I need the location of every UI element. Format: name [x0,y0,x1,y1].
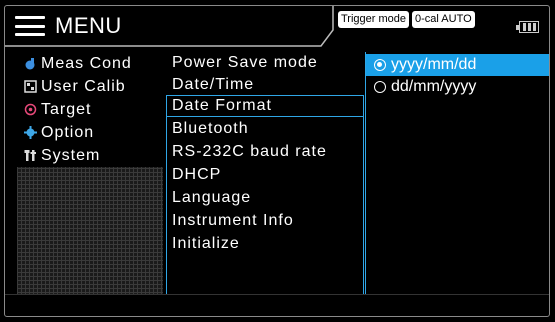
system-menu-column: Power Save mode Date/Time Date Format Bl… [166,52,365,294]
category-user-calib[interactable]: User Calib [17,75,163,98]
target-icon [23,103,37,117]
user-calib-icon [23,80,37,94]
battery-icon [516,21,539,33]
trigger-mode-badge: Trigger mode [338,11,410,28]
category-column: Meas Cond User Calib Target Option Syste… [17,52,163,294]
category-label: Option [41,123,95,141]
category-meas-cond[interactable]: Meas Cond [17,52,163,75]
category-label: User Calib [41,77,126,95]
option-yyyy-mm-dd[interactable]: yyyy/mm/dd [366,54,549,76]
menu-item-instrument-info[interactable]: Instrument Info [172,210,294,232]
category-label: Target [41,100,92,118]
menu-item-dhcp[interactable]: DHCP [172,164,221,186]
zero-cal-badge: 0-cal AUTO [412,11,475,28]
menu-item-date-time[interactable]: Date/Time [172,74,254,96]
menu-item-power-save[interactable]: Power Save mode [172,52,318,74]
device-screen: MENU Trigger mode 0-cal AUTO Meas Cond U… [4,5,550,317]
menu-item-initialize[interactable]: Initialize [172,233,240,255]
category-label: Meas Cond [41,54,132,72]
status-indicators: Trigger mode 0-cal AUTO [338,11,475,28]
option-gear-icon [23,126,37,140]
menu-label: MENU [55,13,122,38]
category-label: System [41,146,101,164]
category-option[interactable]: Option [17,121,163,144]
category-system[interactable]: System [17,144,163,167]
radio-selected-icon [374,59,386,71]
menu-item-bluetooth[interactable]: Bluetooth [172,118,249,140]
footer-divider [5,294,549,295]
menu-button[interactable]: MENU [15,14,122,38]
hamburger-icon [15,16,45,36]
radio-unselected-icon [374,81,386,93]
system-tools-icon [23,149,37,163]
menu-item-language[interactable]: Language [172,187,251,209]
option-label: yyyy/mm/dd [391,56,477,73]
meas-cond-icon [23,57,37,71]
date-format-options-column: yyyy/mm/dd dd/mm/yyyy [365,52,549,294]
option-dd-mm-yyyy[interactable]: dd/mm/yyyy [366,76,549,98]
menu-item-rs232c-baud[interactable]: RS-232C baud rate [172,141,327,163]
header-bar: MENU Trigger mode 0-cal AUTO [5,6,549,47]
category-target[interactable]: Target [17,98,163,121]
option-label: dd/mm/yyyy [391,78,477,95]
menu-item-date-format[interactable]: Date Format [172,95,272,117]
